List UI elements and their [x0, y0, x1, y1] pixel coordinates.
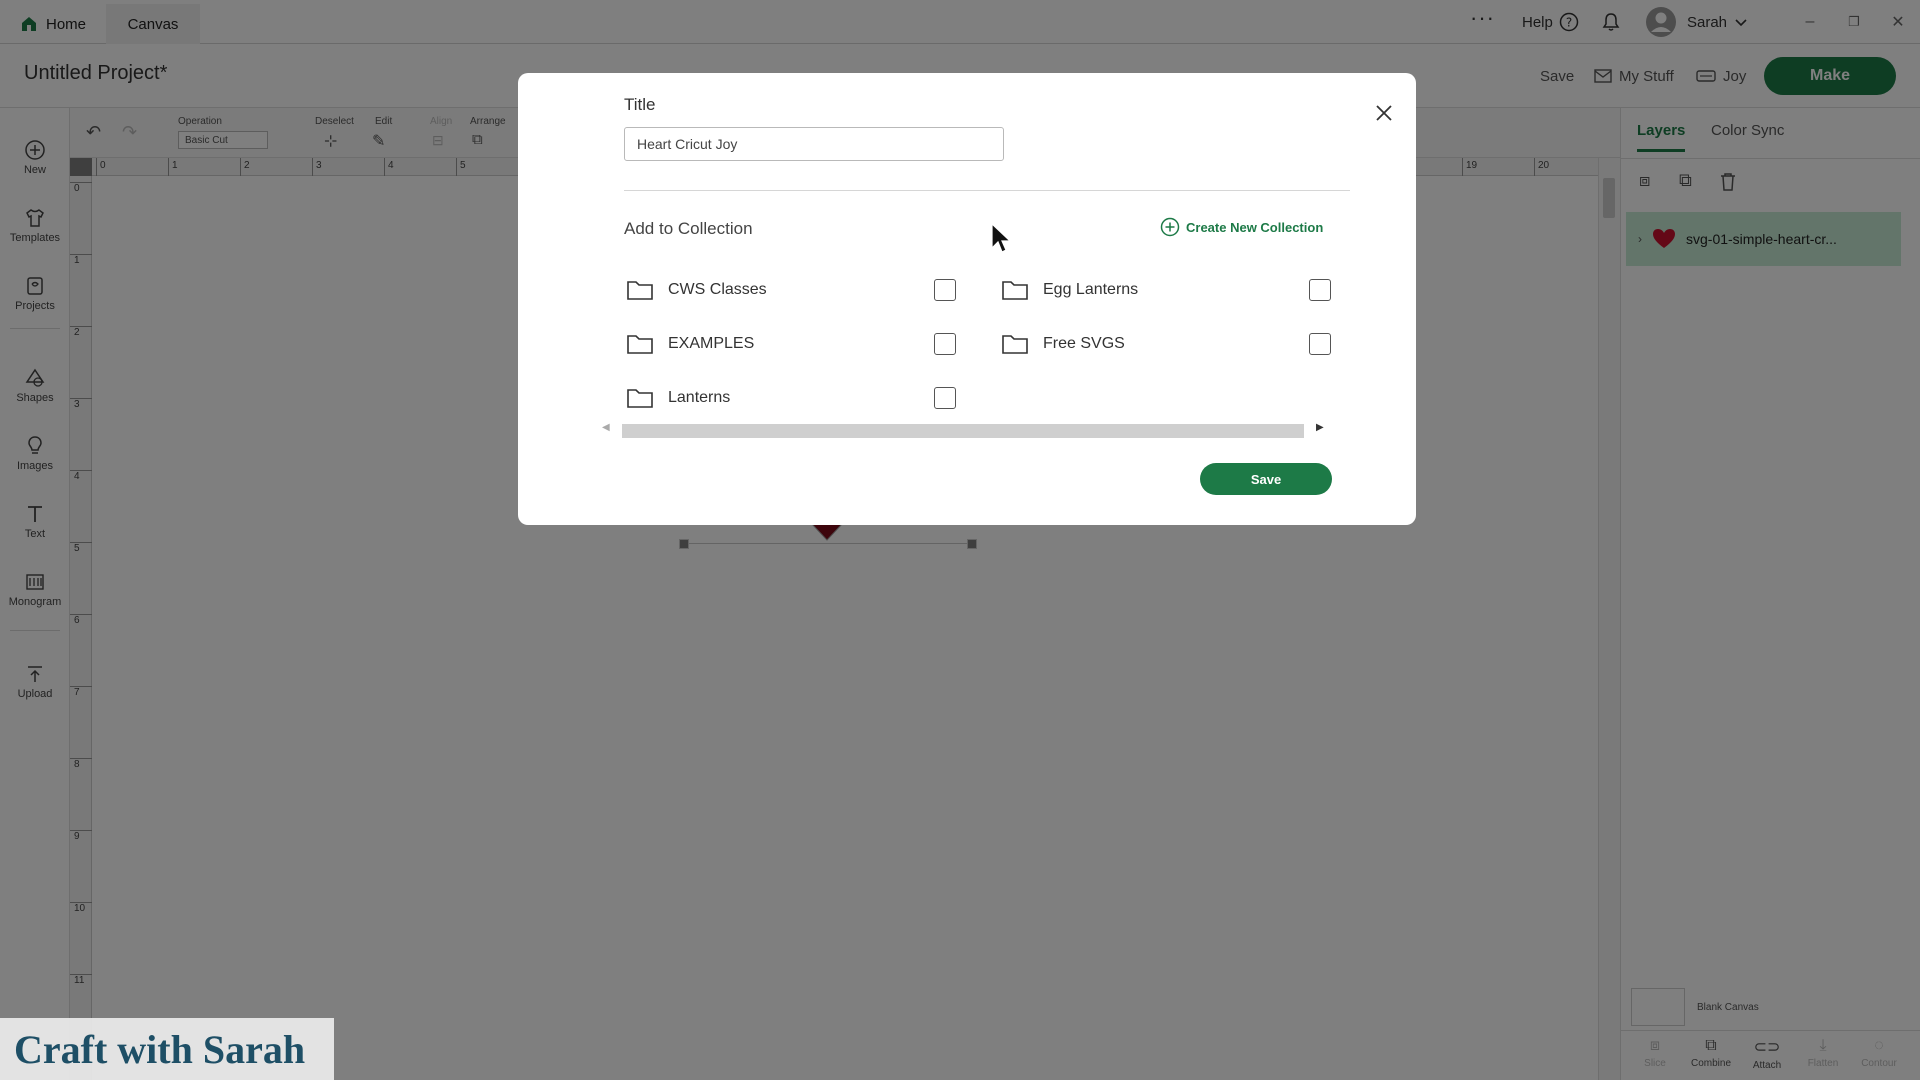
collection-checkbox[interactable]: [1309, 333, 1331, 355]
collection-checkbox[interactable]: [934, 387, 956, 409]
folder-icon: [627, 281, 653, 300]
modal-divider: [624, 190, 1350, 191]
mouse-cursor-icon: [991, 223, 1012, 253]
collection-checkbox[interactable]: [934, 279, 956, 301]
scroll-right-icon[interactable]: ▶: [1316, 422, 1324, 433]
title-input[interactable]: [624, 127, 1004, 161]
save-button[interactable]: Save: [1200, 463, 1332, 495]
collection-checkbox[interactable]: [934, 333, 956, 355]
add-to-collection-label: Add to Collection: [624, 219, 753, 238]
collection-item[interactable]: CWS Classes: [626, 272, 956, 308]
collection-scrollbar[interactable]: ◀ ▶: [602, 422, 1328, 438]
create-new-collection-label: Create New Collection: [1186, 219, 1324, 235]
collection-name: EXAMPLES: [668, 335, 755, 352]
collection-checkbox[interactable]: [1309, 279, 1331, 301]
folder-icon: [627, 335, 653, 354]
save-project-modal: Title Add to Collection Create New Colle…: [518, 73, 1416, 525]
close-button[interactable]: [1368, 97, 1400, 129]
close-icon: [1376, 105, 1392, 121]
collection-scroll-thumb[interactable]: [622, 424, 1304, 438]
folder-icon: [1002, 281, 1028, 300]
collection-item[interactable]: Lanterns: [626, 380, 956, 416]
collection-item[interactable]: EXAMPLES: [626, 326, 956, 362]
collection-name: Egg Lanterns: [1043, 281, 1139, 298]
watermark-logo: Craft with Sarah: [0, 1018, 334, 1080]
collection-item[interactable]: Free SVGS: [1001, 326, 1331, 362]
collection-name: Free SVGS: [1043, 335, 1125, 352]
watermark-text: Craft with Sarah: [14, 1026, 306, 1072]
collection-name: CWS Classes: [668, 281, 767, 298]
folder-icon: [627, 389, 653, 408]
folder-icon: [1002, 335, 1028, 354]
plus-circle-icon: [1160, 217, 1180, 237]
collection-item[interactable]: Egg Lanterns: [1001, 272, 1331, 308]
collection-name: Lanterns: [668, 389, 731, 406]
scroll-left-icon[interactable]: ◀: [602, 422, 610, 433]
title-label: Title: [624, 95, 656, 114]
create-new-collection-button[interactable]: Create New Collection: [1160, 217, 1323, 237]
